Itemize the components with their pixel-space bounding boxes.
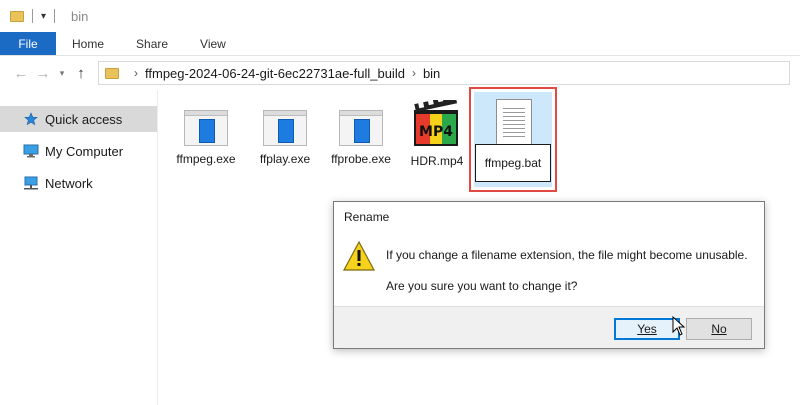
file-item[interactable]: MP4 HDR.mp4	[397, 95, 477, 168]
tab-home[interactable]: Home	[56, 32, 120, 55]
sidebar-item-label: Quick access	[45, 111, 123, 127]
mouse-cursor-icon	[672, 315, 686, 339]
address-bar[interactable]: › ffmpeg-2024-06-24-git-6ec22731ae-full_…	[98, 61, 790, 85]
svg-text:MP4: MP4	[419, 124, 453, 140]
up-arrow-icon[interactable]: ↑	[70, 62, 92, 84]
document-icon	[496, 99, 532, 145]
sidebar-item-label: Network	[45, 175, 93, 191]
selection-highlight: ffmpeg.bat	[474, 92, 552, 187]
tab-file[interactable]: File	[0, 32, 56, 55]
navigation-pane: Quick access My Computer Network	[0, 90, 158, 405]
file-item[interactable]: ffplay.exe	[245, 98, 325, 166]
tab-view[interactable]: View	[184, 32, 242, 55]
no-button[interactable]: No	[686, 318, 752, 340]
ribbon-tabs: File Home Share View	[0, 32, 800, 56]
file-item-selected[interactable]: ffmpeg.bat	[469, 87, 557, 192]
forward-arrow-icon[interactable]: →	[32, 62, 54, 84]
sidebar-item-label: My Computer	[45, 143, 124, 159]
exe-icon	[184, 110, 228, 146]
file-name: ffprobe.exe	[331, 152, 391, 166]
file-name: ffmpeg.exe	[176, 152, 236, 166]
exe-icon	[339, 110, 383, 146]
folder-icon	[105, 67, 119, 79]
warning-icon	[342, 240, 376, 272]
dialog-message: If you change a filename extension, the …	[386, 248, 748, 262]
star-icon	[22, 112, 40, 126]
tab-share[interactable]: Share	[120, 32, 184, 55]
sidebar-item-quick-access[interactable]: Quick access	[0, 106, 157, 132]
folder-icon	[10, 10, 24, 22]
file-name: ffplay.exe	[259, 152, 311, 166]
back-arrow-icon[interactable]: ←	[10, 62, 32, 84]
network-icon	[22, 176, 40, 190]
mp4-icon: MP4	[412, 95, 462, 148]
breadcrumb-item[interactable]: bin	[423, 66, 440, 81]
sidebar-item-my-computer[interactable]: My Computer	[0, 138, 157, 164]
dialog-question: Are you sure you want to change it?	[386, 279, 578, 293]
sidebar-item-network[interactable]: Network	[0, 170, 157, 196]
breadcrumb-chevron-icon[interactable]: ›	[134, 66, 138, 80]
breadcrumb-item[interactable]: ffmpeg-2024-06-24-git-6ec22731ae-full_bu…	[145, 66, 405, 81]
exe-icon	[263, 110, 307, 146]
computer-icon	[22, 144, 40, 158]
recent-locations-chevron-icon[interactable]: ▾	[54, 62, 70, 84]
no-button-label: No	[711, 322, 727, 336]
yes-button[interactable]: Yes	[614, 318, 680, 340]
dialog-button-bar: Yes No	[334, 306, 764, 348]
yes-button-label: Yes	[637, 322, 657, 336]
dialog-title: Rename	[344, 210, 390, 224]
quick-access-toolbar-dropdown-icon[interactable]: ▾	[41, 11, 46, 22]
file-name: HDR.mp4	[410, 154, 464, 168]
navigation-bar: ← → ▾ ↑ › ffmpeg-2024-06-24-git-6ec22731…	[0, 56, 800, 90]
window-title: bin	[71, 8, 89, 24]
file-explorer-window: ▾ bin File Home Share View ← → ▾ ↑ › ffm…	[0, 0, 800, 405]
rename-input[interactable]: ffmpeg.bat	[475, 144, 551, 182]
file-item[interactable]: ffmpeg.exe	[166, 98, 246, 166]
title-separator	[54, 9, 56, 23]
file-item[interactable]: ffprobe.exe	[321, 98, 401, 166]
title-bar: ▾ bin	[0, 0, 800, 32]
title-separator	[32, 9, 33, 23]
rename-dialog: Rename If you change a filename extensio…	[333, 201, 765, 349]
breadcrumb-chevron-icon[interactable]: ›	[412, 66, 416, 80]
